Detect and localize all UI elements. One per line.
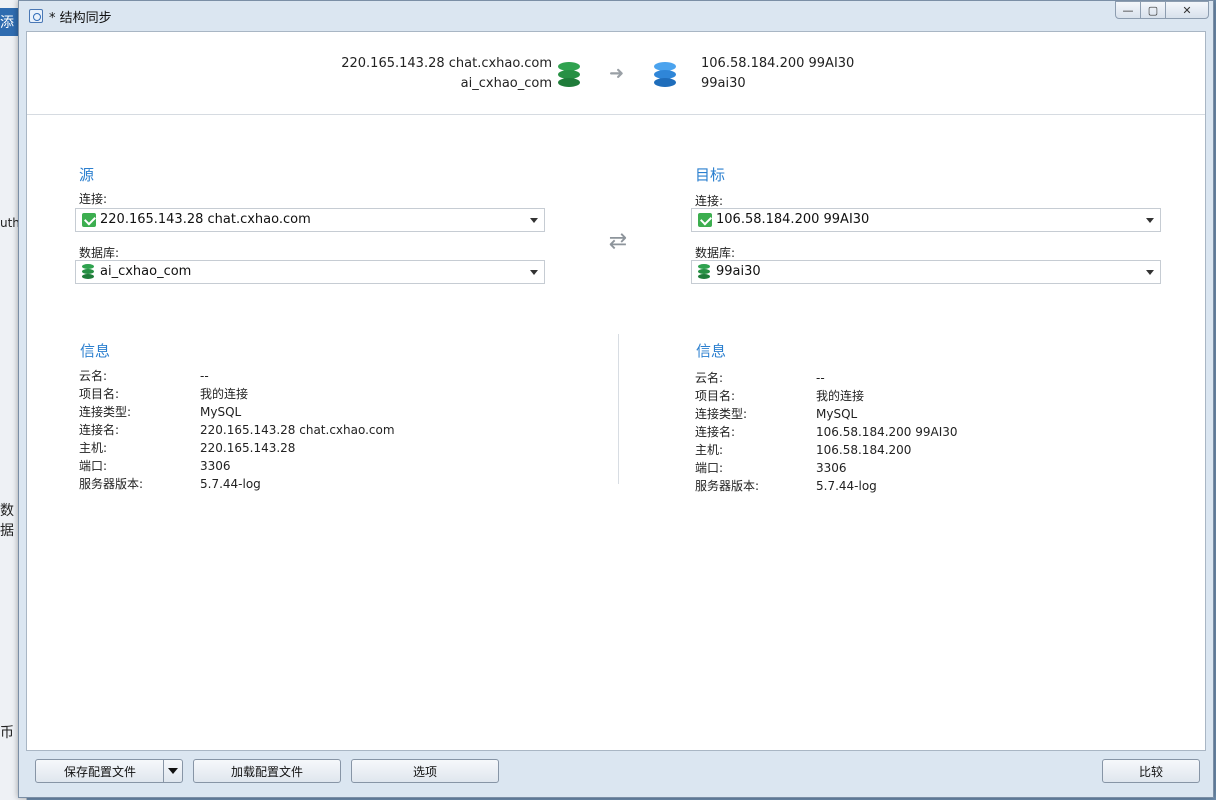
target-section-title: 目标 [695, 166, 726, 184]
main-content: 220.165.143.28 chat.cxhao.com ai_cxhao_c… [26, 31, 1206, 751]
target-connection-label: 连接: [695, 194, 724, 208]
source-connection-value: 220.165.143.28 chat.cxhao.com [100, 212, 311, 227]
info-key: 项目名: [79, 387, 120, 401]
source-database-icon [558, 62, 580, 88]
source-summary: 220.165.143.28 chat.cxhao.com ai_cxhao_c… [341, 54, 552, 94]
target-database-select[interactable]: 99ai30 [691, 260, 1161, 284]
source-summary-database: ai_cxhao_com [460, 76, 552, 91]
info-key: 连接类型: [79, 405, 132, 419]
load-profile-button[interactable]: 加载配置文件 [193, 759, 341, 783]
source-summary-connection: 220.165.143.28 chat.cxhao.com [341, 56, 552, 71]
info-value: 3306 [200, 459, 231, 473]
source-connection-select[interactable]: 220.165.143.28 chat.cxhao.com [75, 208, 545, 232]
chevron-down-icon[interactable] [163, 760, 182, 782]
source-database-label: 数据库: [79, 246, 120, 260]
sync-summary-header: 220.165.143.28 chat.cxhao.com ai_cxhao_c… [27, 32, 1205, 115]
chevron-down-icon [530, 270, 538, 275]
save-profile-button[interactable]: 保存配置文件 [35, 759, 183, 783]
footer-bar: 保存配置文件 加载配置文件 选项 比较 [26, 751, 1206, 793]
info-key: 端口: [695, 461, 724, 475]
title-bar[interactable]: * 结构同步 — ▢ ✕ [19, 1, 1213, 29]
target-connection-select[interactable]: 106.58.184.200 99AI30 [691, 208, 1161, 232]
info-value: 3306 [816, 461, 847, 475]
info-key: 项目名: [695, 389, 736, 403]
background-fragment: 币 [0, 725, 14, 741]
info-value: MySQL [816, 407, 858, 421]
info-value: -- [200, 369, 209, 383]
target-summary-connection: 106.58.184.200 99AI30 [701, 56, 855, 71]
connection-icon [698, 213, 712, 227]
chevron-down-icon [1146, 270, 1154, 275]
info-key: 主机: [79, 441, 108, 455]
info-value: 我的连接 [816, 389, 865, 403]
source-database-select[interactable]: ai_cxhao_com [75, 260, 545, 284]
info-value: 220.165.143.28 chat.cxhao.com [200, 423, 395, 437]
database-icon [82, 264, 94, 279]
info-value: 220.165.143.28 [200, 441, 296, 455]
info-value: 106.58.184.200 99AI30 [816, 425, 958, 439]
info-value: 106.58.184.200 [816, 443, 912, 457]
background-fragment: uth [0, 216, 20, 230]
target-database-icon [654, 62, 676, 88]
target-summary: 106.58.184.200 99AI30 99ai30 [701, 54, 854, 94]
app-icon [29, 9, 43, 23]
info-key: 端口: [79, 459, 108, 473]
info-key: 云名: [79, 369, 108, 383]
info-value: 5.7.44-log [200, 477, 261, 491]
close-button[interactable]: ✕ [1165, 1, 1209, 19]
swap-icon[interactable]: ⇄ [605, 229, 631, 255]
info-key: 服务器版本: [79, 477, 144, 491]
info-key: 云名: [695, 371, 724, 385]
source-connection-label: 连接: [79, 192, 108, 206]
info-key: 连接名: [79, 423, 120, 437]
window-title: * 结构同步 [49, 11, 112, 26]
info-value: 我的连接 [200, 387, 249, 401]
background-fragment: 添 [0, 15, 14, 31]
info-key: 连接名: [695, 425, 736, 439]
source-info-title: 信息 [80, 342, 111, 360]
compare-button[interactable]: 比较 [1102, 759, 1200, 783]
info-key: 连接类型: [695, 407, 748, 421]
structure-sync-window: * 结构同步 — ▢ ✕ 220.165.143.28 chat.cxhao.c… [18, 0, 1214, 798]
source-database-value: ai_cxhao_com [100, 264, 192, 279]
arrow-right-icon: ➜ [609, 63, 625, 84]
info-value: MySQL [200, 405, 242, 419]
maximize-button[interactable]: ▢ [1140, 1, 1166, 19]
options-button[interactable]: 选项 [351, 759, 499, 783]
minimize-button[interactable]: — [1115, 1, 1141, 19]
connection-icon [82, 213, 96, 227]
info-divider [618, 334, 619, 484]
database-icon [698, 264, 710, 279]
source-section-title: 源 [79, 166, 95, 184]
chevron-down-icon [530, 218, 538, 223]
target-database-value: 99ai30 [716, 264, 761, 279]
info-key: 服务器版本: [695, 479, 760, 493]
info-value: -- [816, 371, 825, 385]
target-connection-value: 106.58.184.200 99AI30 [716, 212, 870, 227]
window-controls: — ▢ ✕ [1115, 1, 1209, 19]
save-profile-label: 保存配置文件 [63, 764, 136, 779]
target-summary-database: 99ai30 [701, 76, 746, 91]
target-info-title: 信息 [696, 342, 727, 360]
info-value: 5.7.44-log [816, 479, 877, 493]
chevron-down-icon [1146, 218, 1154, 223]
target-database-label: 数据库: [695, 246, 736, 260]
info-key: 主机: [695, 443, 724, 457]
